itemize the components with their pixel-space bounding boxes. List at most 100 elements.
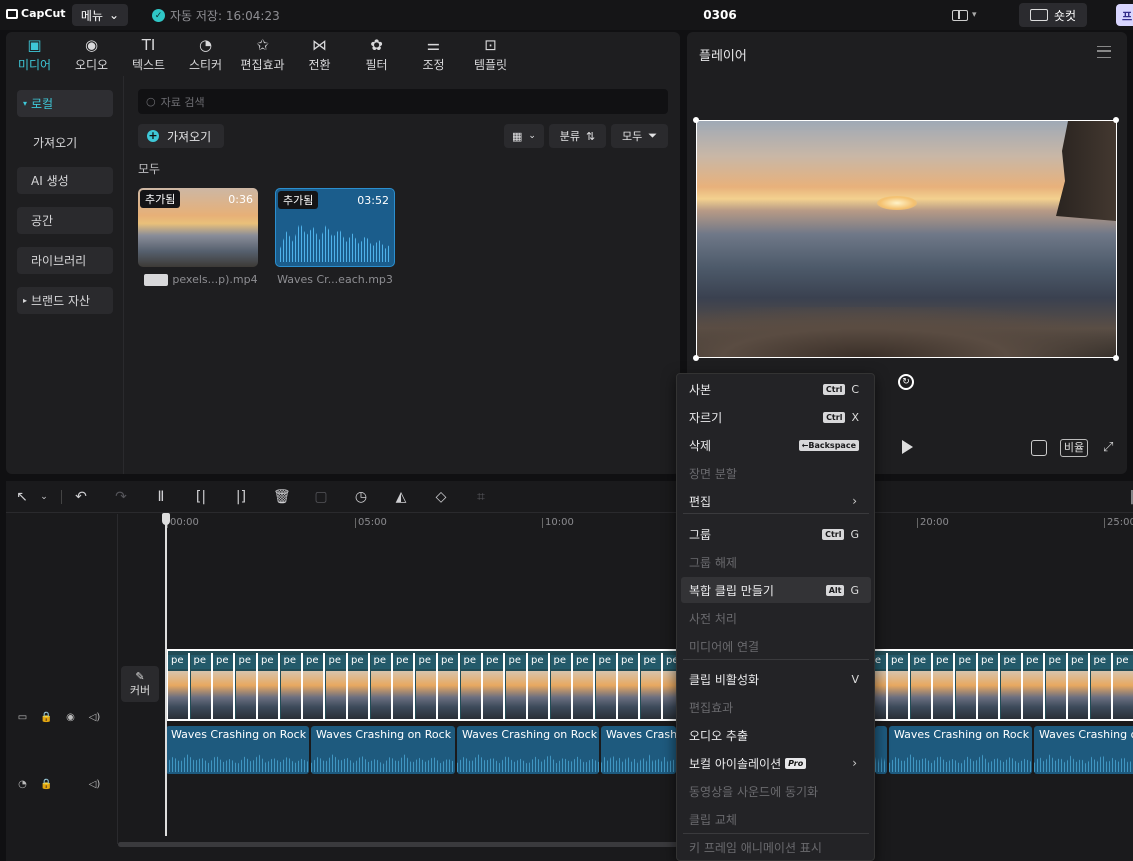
waveform [311,754,455,772]
sidebar-item-library[interactable]: 라이브러리 [17,247,113,274]
menu-item[interactable]: 클립 비활성화 V [681,666,871,692]
menu-item[interactable]: 편집효과 [681,694,871,720]
import-button[interactable]: + 가져오기 [138,124,224,148]
search-input[interactable]: ○ 자료 검색 [138,89,668,114]
menu-item[interactable]: 보컬 아이솔레이션 Pro › [681,750,871,776]
audio-clip[interactable]: Waves Crashing on Rock B [311,726,455,774]
audio-clip[interactable] [875,726,887,774]
eye-icon[interactable]: ◉ [64,711,77,724]
rotate-icon[interactable]: ↻ [898,374,914,390]
sort-button[interactable]: 분류 ⇅ [549,124,606,148]
menu-item[interactable]: 사전 처리 [681,605,871,631]
sidebar-item-brand[interactable]: ▸ 브랜드 자산 [17,287,113,314]
shortcut-button[interactable]: 숏컷 [1019,3,1087,27]
menu-item[interactable]: 편집 › [681,488,871,514]
media-thumbnail-audio[interactable]: 추가됨 03:52 [275,188,395,267]
audio-clip[interactable]: Waves Crashi [601,726,676,774]
resize-handle[interactable] [693,355,699,361]
filter-button[interactable]: 모두 ⏷ [611,124,668,148]
ratio-button[interactable]: 비율 [1060,439,1088,457]
menu-item-label: 자르기 [689,410,723,425]
tab-sticker[interactable]: ◔ 스티커 [177,32,234,76]
audio-clip[interactable]: Waves Crashing on Rock B [1034,726,1133,774]
split-right-icon[interactable]: |] [233,489,249,505]
resize-handle[interactable] [693,117,699,123]
tab-transition[interactable]: ⋈ 전환 [291,32,348,76]
tab-media[interactable]: ▣ 미디어 [6,32,63,76]
pro-button[interactable]: 프 [1116,4,1133,26]
undo-icon[interactable]: ↶ [73,489,89,505]
hamburger-menu-icon[interactable] [1097,46,1111,58]
frame-image [1023,671,1043,719]
menu-item[interactable]: 키 프레임 애니메이션 표시 [681,834,871,860]
menu-item[interactable]: 장면 분할 [681,460,871,486]
layout-button[interactable]: ▾ [952,6,990,24]
tab-filter[interactable]: ✿ 필터 [348,32,405,76]
chevron-down-icon[interactable]: ⌄ [36,489,52,505]
tab-audio[interactable]: ◉ 오디오 [63,32,120,76]
sort-label: 분류 [559,130,581,143]
menu-item[interactable]: 클립 교체 [681,806,871,832]
timeline-scrollbar[interactable] [118,842,678,847]
sidebar-item-space[interactable]: 공간 [17,207,113,234]
split-left-icon[interactable]: [| [193,489,209,505]
filter-icon: ⏷ [648,129,658,142]
resize-handle[interactable] [1113,355,1119,361]
tab-adjust[interactable]: ⚌ 조정 [405,32,462,76]
clip-frame: pe [1023,653,1045,719]
tab-template[interactable]: ⊡ 템플릿 [462,32,519,76]
redo-icon[interactable]: ↷ [113,489,129,505]
ruler-label: 00:00 [167,517,199,528]
tab-text[interactable]: TI 텍스트 [120,32,177,76]
audio-track-icon: ◔ [18,779,27,790]
frame-label: pe [1113,655,1133,669]
menu-button[interactable]: 메뉴 ⌄ [72,4,128,26]
video-clip[interactable]: pe pe pe pe pe pe pe pe pe pe pe pe pe pe pe pe pe pe pe pe… [166,649,1133,721]
mirror-icon[interactable]: ◭ [393,489,409,505]
menu-item[interactable]: 자르기 Ctrl X [681,404,871,430]
playhead[interactable] [165,514,167,836]
menu-item[interactable]: 그룹 Ctrl G [681,521,871,547]
play-button[interactable] [902,440,913,454]
menu-item[interactable]: 동영상을 사운드에 동기화 [681,778,871,804]
microphone-icon[interactable]: | [1124,489,1133,505]
sidebar-item-ai[interactable]: AI 생성 [17,167,113,194]
fit-view-icon[interactable] [1031,440,1047,456]
view-mode-button[interactable]: ▦ ⌄ [504,124,544,148]
speed-icon[interactable]: ◷ [353,489,369,505]
audio-clip[interactable]: Waves Crashing on Rock B [166,726,309,774]
freeze-icon[interactable]: ▢ [313,489,329,505]
clip-frame: pe [505,653,528,719]
audio-clip[interactable]: Waves Crashing on Rock B [457,726,599,774]
sidebar-item-import[interactable]: 가져오기 [17,129,113,156]
menu-item[interactable]: 사본 Ctrl C [681,376,871,402]
resize-handle[interactable] [1113,117,1119,123]
speaker-icon[interactable]: ◁) [88,778,101,791]
menu-item[interactable]: 오디오 추출 [681,722,871,748]
audio-clip[interactable]: Waves Crashing on Rock B [889,726,1032,774]
menu-shortcut: Ctrl X [823,411,859,424]
lock-icon[interactable]: 🔒 [40,778,53,791]
menu-item[interactable]: 삭제 ←Backspace [681,432,871,458]
frame-label: pe [978,655,998,669]
time-ruler[interactable]: 00:00 05:00 10:00 20:00 25:00 [118,514,1133,532]
lock-icon[interactable]: 🔒 [40,711,53,724]
cover-button[interactable]: ✎ 커버 [121,666,159,702]
project-title[interactable]: 0306 [690,8,750,22]
select-cursor-icon[interactable]: ↖ [14,489,30,505]
frame-image [1113,671,1133,719]
menu-item[interactable]: 미디어에 연결 [681,633,871,659]
video-preview[interactable] [696,120,1117,358]
menu-item[interactable]: 복합 클립 만들기 Alt G [681,577,871,603]
speaker-icon[interactable]: ◁) [88,711,101,724]
split-icon[interactable]: Ⅱ [153,489,169,505]
tab-effects[interactable]: ✩ 편집효과 [234,32,291,76]
delete-icon[interactable]: 🗑 [273,489,291,505]
media-thumbnail-video[interactable]: 추가됨 0:36 [138,188,258,267]
crop-icon[interactable]: ⌗ [473,489,489,505]
fullscreen-icon[interactable]: ⤢ [1103,440,1118,455]
menu-item[interactable]: 그룹 해제 [681,549,871,575]
rotate-clip-icon[interactable]: ◇ [433,489,449,505]
sidebar-item-local[interactable]: ▾ 로컬 [17,90,113,117]
plus-icon: + [147,129,159,142]
